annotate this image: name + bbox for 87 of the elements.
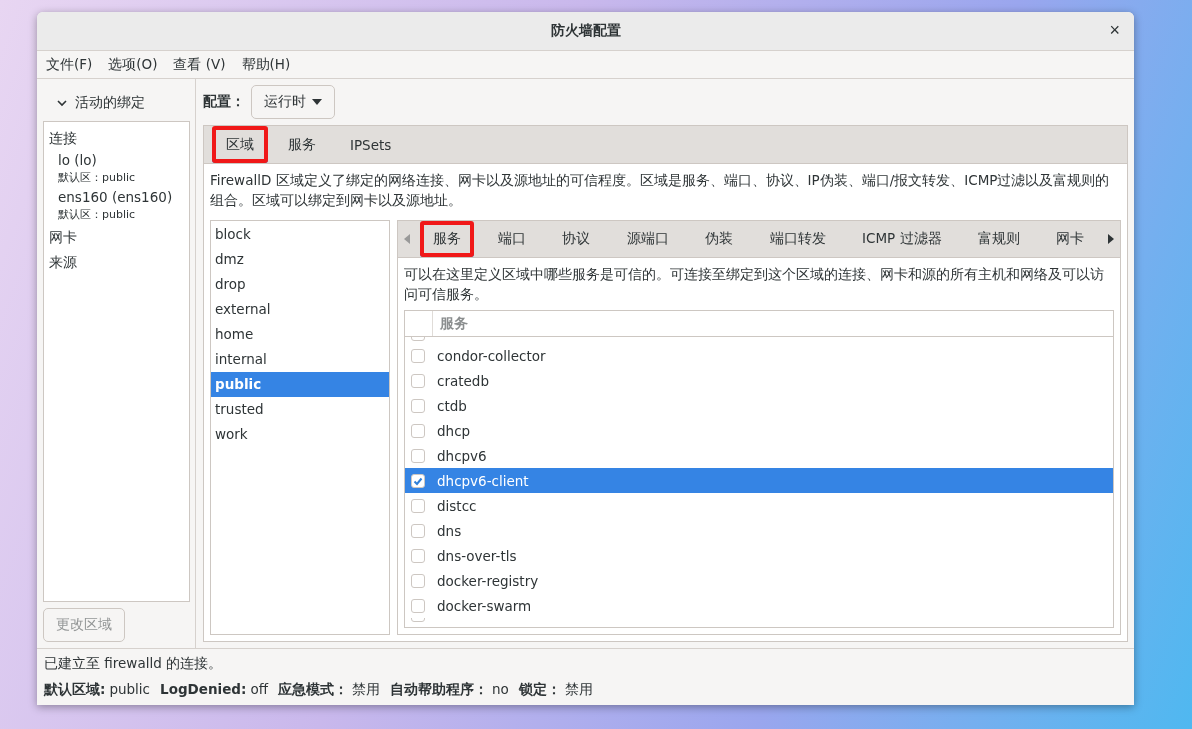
service-row[interactable]: dhcpv6-client: [405, 468, 1113, 493]
checkbox[interactable]: [411, 398, 425, 413]
caret-icon: [312, 99, 322, 105]
menu-item[interactable]: 帮助(H): [241, 55, 291, 74]
chevron-down-icon[interactable]: [57, 98, 67, 108]
scroll-left-icon[interactable]: [404, 234, 410, 244]
checkbox[interactable]: [411, 498, 425, 513]
status-value: no: [491, 681, 509, 699]
service-name: cratedb: [437, 372, 489, 389]
checkbox[interactable]: [411, 598, 425, 613]
config-label: 配置：: [203, 93, 245, 111]
service-name: dhcp: [437, 422, 471, 439]
service-name: distcc: [437, 497, 477, 514]
section-title: 活动的绑定: [75, 94, 145, 112]
binding-name[interactable]: ens160 (ens160): [58, 188, 184, 207]
zone-item[interactable]: drop: [211, 272, 389, 297]
status-label: 应急模式：: [277, 681, 348, 699]
status-label: 自动帮助程序：: [389, 681, 488, 699]
binding-zone: 默认区：public: [58, 207, 137, 223]
services-description: 可以在这里定义区域中哪些服务是可信的。可连接至绑定到这个区域的连接、网卡和源的所有主机和网络及可以访问可信服务。: [404, 265, 1105, 304]
zone-item[interactable]: dmz: [211, 247, 389, 272]
zone-item[interactable]: public: [211, 372, 389, 397]
tab[interactable]: 端口转发: [756, 221, 839, 257]
checkbox[interactable]: [411, 473, 425, 488]
service-row[interactable]: cratedb: [405, 368, 1113, 393]
binding-zone: 默认区：public: [58, 170, 137, 186]
binding-name[interactable]: lo (lo): [58, 151, 184, 170]
tab[interactable]: 网卡: [1043, 221, 1098, 257]
service-row[interactable]: distcc: [405, 493, 1113, 518]
zone-item[interactable]: work: [211, 422, 389, 447]
service-name: dhcpv6-client: [437, 472, 529, 489]
menu-item[interactable]: 查看 (V): [173, 55, 226, 74]
zone-item[interactable]: home: [211, 322, 389, 347]
status-message: 已建立至 firewalld 的连接。: [44, 655, 224, 673]
window-title: 防火墙配置: [550, 22, 621, 40]
tab[interactable]: 服务: [274, 126, 330, 163]
tab[interactable]: 伪装: [692, 221, 747, 257]
checkbox[interactable]: [411, 373, 425, 388]
service-row[interactable]: dhcp: [405, 418, 1113, 443]
service-row[interactable]: docker-swarm: [405, 593, 1113, 618]
status-label: 锁定：: [518, 681, 561, 699]
tab[interactable]: 端口: [484, 221, 539, 257]
tab[interactable]: 服务: [420, 221, 475, 257]
service-name: ctdb: [437, 397, 467, 414]
status-value: off: [250, 681, 268, 699]
status-label: LogDenied:: [160, 681, 247, 699]
service-name: dns-over-tls: [437, 547, 517, 564]
zone-item[interactable]: external: [211, 297, 389, 322]
service-row[interactable]: dns: [405, 518, 1113, 543]
checkbox[interactable]: [411, 448, 425, 463]
service-row[interactable]: docker-registry: [405, 568, 1113, 593]
group-label: 来源: [49, 253, 78, 272]
status-value: 禁用: [351, 681, 380, 699]
service-row[interactable]: condor-collector: [405, 343, 1113, 368]
service-name: condor-collector: [437, 347, 546, 364]
tab[interactable]: 区域: [212, 126, 268, 163]
status-label: 默认区域:: [44, 681, 106, 699]
close-button[interactable]: ×: [1105, 20, 1124, 40]
menu-item[interactable]: 文件(F): [46, 55, 93, 74]
service-name: dhcpv6: [437, 447, 487, 464]
checkbox[interactable]: [411, 423, 425, 438]
service-row[interactable]: dhcpv6: [405, 443, 1113, 468]
service-row[interactable]: dns-over-tls: [405, 543, 1113, 568]
zone-item[interactable]: trusted: [211, 397, 389, 422]
checkbox[interactable]: [411, 573, 425, 588]
checkbox[interactable]: [411, 548, 425, 563]
zone-item[interactable]: block: [211, 222, 389, 247]
checkbox[interactable]: [411, 523, 425, 538]
config-dropdown[interactable]: 运行时: [251, 85, 335, 119]
service-name: docker-swarm: [437, 597, 532, 614]
tab[interactable]: ICMP 过滤器: [849, 221, 955, 257]
scroll-right-icon[interactable]: [1107, 234, 1114, 244]
menu-item[interactable]: 选项(O): [108, 55, 158, 74]
tab[interactable]: IPSets: [336, 126, 406, 163]
zone-item[interactable]: internal: [211, 347, 389, 372]
tab[interactable]: 源端口: [613, 221, 682, 257]
service-row[interactable]: ctdb: [405, 393, 1113, 418]
group-label: 网卡: [49, 228, 78, 247]
checkbox[interactable]: [411, 348, 425, 363]
status-value: public: [109, 681, 151, 699]
tab[interactable]: 协议: [549, 221, 604, 257]
zone-description: FirewallD 区域定义了绑定的网络连接、网卡以及源地址的可信程度。区域是服务、端口、协议、IP伪装、端口/报文转发、ICMP过滤以及富规则的组合。区域可以绑定到网卡以及源地址。: [210, 171, 1111, 210]
status-value: 禁用: [564, 681, 593, 699]
group-label: 连接: [49, 129, 78, 148]
service-name: docker-registry: [437, 572, 539, 589]
service-name: dns: [437, 522, 462, 539]
tab[interactable]: 富规则: [965, 221, 1033, 257]
